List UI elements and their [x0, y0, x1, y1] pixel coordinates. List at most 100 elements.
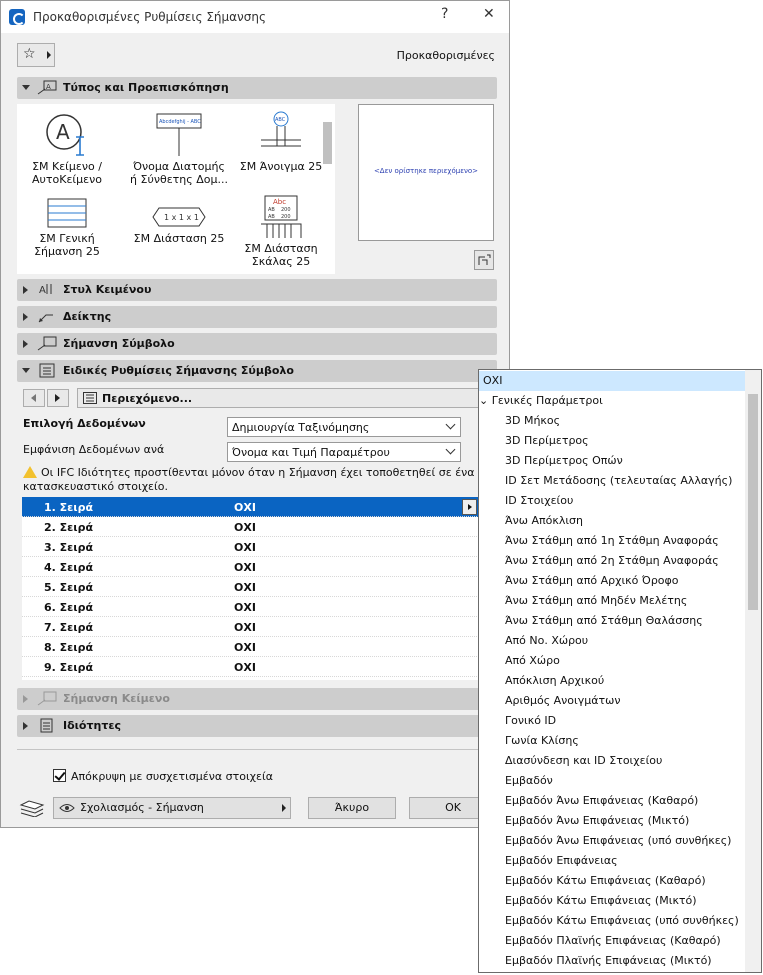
gallery-scrollbar[interactable]	[321, 106, 334, 272]
row-popup-button[interactable]	[462, 499, 477, 515]
tile-text-label[interactable]: A ΣΜ Κείμενο / ΑυτοΚείμενο	[17, 110, 117, 186]
table-row[interactable]: 2. Σειρά ΟΧΙ	[22, 517, 479, 537]
layer-select[interactable]: Σχολιασμός - Σήμανση	[53, 797, 291, 819]
collapse-chevron-icon[interactable]: ⌄	[479, 394, 492, 407]
list-item[interactable]: Από Χώρο	[479, 651, 761, 671]
list-item[interactable]: ID Στοιχείου	[479, 491, 761, 511]
list-item[interactable]: Άνω Στάθμη από 2η Στάθμη Αναφοράς	[479, 551, 761, 571]
data-selection-label: Επιλογή Δεδομένων	[23, 417, 146, 430]
preview-empty-text: <Δεν ορίστηκε περιεχόμενο>	[373, 167, 479, 175]
table-row[interactable]: 8. Σειρά ΟΧΙ	[22, 637, 479, 657]
table-row[interactable]: 4. Σειρά ΟΧΙ	[22, 557, 479, 577]
section-text-label[interactable]: Σήμανση Κείμενο	[17, 688, 497, 710]
list-item[interactable]: 3D Μήκος	[479, 411, 761, 431]
window-title: Προκαθορισμένες Ρυθμίσεις Σήμανσης	[33, 10, 267, 24]
table-row[interactable]: 5. Σειρά ΟΧΙ	[22, 577, 479, 597]
list-item[interactable]: Εμβαδόν Κάτω Επιφάνειας (Μικτό)	[479, 891, 761, 911]
svg-text:Abcdefghij - ABC: Abcdefghij - ABC	[159, 119, 201, 125]
tile-label: ΣΜ Κείμενο / ΑυτοΚείμενο	[32, 160, 102, 186]
display-data-value: Όνομα και Τιμή Παραμέτρου	[232, 446, 390, 459]
section-text-style[interactable]: A Στυλ Κειμένου	[17, 279, 497, 301]
divider	[17, 749, 495, 750]
list-item[interactable]: Άνω Απόκλιση	[479, 511, 761, 531]
hide-with-elements-checkbox[interactable]	[53, 769, 66, 782]
tile-dimension[interactable]: 1 x 1 x 1 ΣΜ Διάσταση 25	[129, 204, 229, 245]
table-row[interactable]: 9. Σειρά ΟΧΙ	[22, 657, 479, 677]
archicad-app-icon	[9, 9, 25, 25]
list-item[interactable]: ΟΧΙ	[479, 371, 749, 391]
list-item[interactable]: Εμβαδόν Πλαϊνής Επιφάνειας (Μικτό)	[479, 951, 761, 971]
section-symbol-label[interactable]: Σήμανση Σύμβολο	[17, 333, 497, 355]
list-item-label: Άνω Στάθμη από 2η Στάθμη Αναφοράς	[505, 554, 719, 567]
previous-button[interactable]	[23, 389, 45, 407]
dropdown-scrollbar[interactable]	[745, 370, 761, 972]
list-item[interactable]: Άνω Στάθμη από Αρχικό Όροφο	[479, 571, 761, 591]
general-label-icon	[47, 198, 87, 228]
list-item[interactable]: Άνω Στάθμη από Στάθμη Θαλάσσης	[479, 611, 761, 631]
list-item-label: Άνω Στάθμη από Στάθμη Θαλάσσης	[505, 614, 703, 627]
list-item[interactable]: Άνω Στάθμη από 1η Στάθμη Αναφοράς	[479, 531, 761, 551]
table-row[interactable]: 7. Σειρά ΟΧΙ	[22, 617, 479, 637]
list-item[interactable]: Άνω Στάθμη από Μηδέν Μελέτης	[479, 591, 761, 611]
list-item[interactable]: Διασύνδεση και ID Στοιχείου	[479, 751, 761, 771]
list-item[interactable]: Αριθμός Ανοιγμάτων	[479, 691, 761, 711]
row-name: 4. Σειρά	[44, 561, 94, 574]
list-item[interactable]: ID Σετ Μετάδοσης (τελευταίας Αλλαγής)	[479, 471, 761, 491]
list-item-label: Εμβαδόν Άνω Επιφάνειας (υπό συνθήκες)	[505, 834, 732, 847]
table-row[interactable]: 6. Σειρά ΟΧΙ	[22, 597, 479, 617]
close-button[interactable]: ✕	[483, 6, 495, 22]
row-value: ΟΧΙ	[234, 561, 256, 574]
favorites-button[interactable]: ☆	[17, 43, 55, 67]
list-item-label: Εμβαδόν Πλαϊνής Επιφάνειας (Μικτό)	[505, 954, 712, 967]
tile-opening[interactable]: ABC ΣΜ Άνοιγμα 25	[231, 110, 331, 173]
list-item[interactable]: Εμβαδόν Κάτω Επιφάνειας (Καθαρό)	[479, 871, 761, 891]
list-item[interactable]: Γωνία Κλίσης	[479, 731, 761, 751]
display-data-select[interactable]: Όνομα και Τιμή Παραμέτρου	[227, 442, 461, 462]
list-item[interactable]: Εμβαδόν Επιφάνειας	[479, 851, 761, 871]
list-item[interactable]: Γονικό ID	[479, 711, 761, 731]
data-selection-select[interactable]: Δημιουργία Ταξινόμησης	[227, 417, 461, 437]
table-row[interactable]: 1. Σειρά ΟΧΙ	[22, 497, 479, 517]
section-label: Ιδιότητες	[63, 719, 122, 732]
table-row[interactable]: 3. Σειρά ΟΧΙ	[22, 537, 479, 557]
list-item-label: Άνω Στάθμη από Αρχικό Όροφο	[505, 574, 679, 587]
list-item[interactable]: 3D Περίμετρος Οπών	[479, 451, 761, 471]
list-group-header[interactable]: ⌄ Γενικές Παράμετροι	[479, 391, 745, 411]
section-pointer[interactable]: Δείκτης	[17, 306, 497, 328]
list-item-label: Γονικό ID	[505, 714, 557, 727]
list-item[interactable]: Εμβαδόν Πλαϊνής Επιφάνειας (Καθαρό)	[479, 931, 761, 951]
section-type-preview[interactable]: A Τύπος και Προεπισκόπηση	[17, 77, 497, 99]
parameter-dropdown-list[interactable]: ΟΧΙ ⌄ Γενικές Παράμετροι 3D Μήκος 3D Περίμε…	[478, 369, 762, 973]
stair-label-icon: AbcAB 200AB 200	[261, 195, 302, 238]
list-item[interactable]: Εμβαδόν Κάτω Επιφάνειας (υπό συνθήκες)	[479, 911, 761, 931]
row-value: ΟΧΙ	[234, 601, 256, 614]
list-item[interactable]: Εμβαδόν Άνω Επιφάνειας (υπό συνθήκες)	[479, 831, 761, 851]
list-item[interactable]: Από Νο. Χώρου	[479, 631, 761, 651]
list-item-label: Από Νο. Χώρου	[505, 634, 589, 647]
tile-stair-dimension[interactable]: Abc AB 200 AB 200 ΣΜ Διάσταση Σκάλας 25	[231, 194, 331, 268]
row-value: ΟΧΙ	[234, 621, 256, 634]
list-item-label: Άνω Στάθμη από Μηδέν Μελέτης	[505, 594, 688, 607]
list-item[interactable]: Εμβαδόν	[479, 771, 761, 791]
svg-text:A: A	[56, 120, 70, 144]
svg-text:200: 200	[281, 214, 291, 220]
section-properties[interactable]: Ιδιότητες	[17, 715, 497, 737]
scrollbar-thumb[interactable]	[323, 122, 332, 164]
tile-general-label[interactable]: ΣΜ Γενική Σήμανση 25	[17, 196, 117, 258]
list-item[interactable]: 3D Περίμετρος	[479, 431, 761, 451]
scrollbar-thumb[interactable]	[748, 394, 758, 610]
tile-profile-name[interactable]: Abcdefghij - ABC Όνομα Διατομής ή Σύνθετ…	[129, 110, 229, 186]
preview-options-button[interactable]	[474, 250, 494, 270]
label-type-gallery: A ΣΜ Κείμενο / ΑυτοΚείμενο Abcdefghij - …	[17, 104, 335, 274]
content-button[interactable]: Περιεχόμενο...	[77, 388, 497, 408]
list-item[interactable]: Εμβαδόν Άνω Επιφάνειας (Καθαρό)	[479, 791, 761, 811]
help-button[interactable]: ?	[441, 6, 448, 22]
cancel-button[interactable]: Άκυρο	[308, 797, 396, 819]
next-button[interactable]	[47, 389, 69, 407]
list-item[interactable]: Απόκλιση Αρχικού	[479, 671, 761, 691]
list-item[interactable]: Εμβαδόν Άνω Επιφάνειας (Μικτό)	[479, 811, 761, 831]
list-item-label: Εμβαδόν Πλαϊνής Επιφάνειας (Καθαρό)	[505, 934, 721, 947]
section-label: Σήμανση Κείμενο	[63, 692, 170, 705]
section-label: Στυλ Κειμένου	[63, 283, 152, 296]
section-special-settings[interactable]: Ειδικές Ρυθμίσεις Σήμανσης Σύμβολο	[17, 360, 497, 382]
